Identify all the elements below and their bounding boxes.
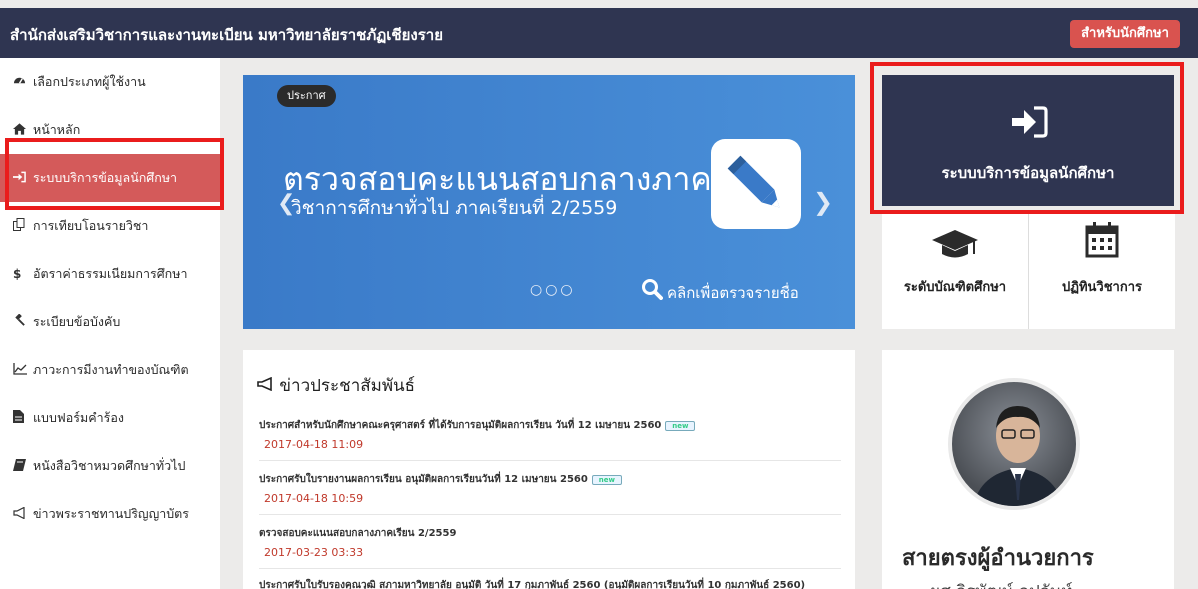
new-badge: new (591, 474, 622, 485)
copy-icon (13, 218, 33, 234)
sidebar-item-label: ภาวะการมีงานทำของบัณฑิต (33, 362, 189, 377)
news-panel: ข่าวประชาสัมพันธ์ ประกาศสำหรับนักศึกษาคณ… (243, 350, 855, 589)
director-photo (948, 378, 1080, 510)
sidebar-item-label: หนังสือวิชาหมวดศึกษาทั่วไป (33, 458, 186, 473)
news-title: ข่าวประชาสัมพันธ์ (257, 372, 415, 399)
home-icon (13, 122, 33, 138)
news-headline[interactable]: ประกาศรับใบรายงานผลการเรียน อนุมัติผลการ… (259, 472, 841, 487)
file-icon (13, 410, 33, 426)
sidebar-item-forms[interactable]: แบบฟอร์มคำร้อง (0, 394, 220, 442)
news-divider (259, 568, 841, 569)
sidebar-item-label: ข่าวพระราชทานปริญญาบัตร (33, 506, 190, 521)
graduate-studies-label: ระดับบัณฑิตศึกษา (903, 280, 1007, 295)
site-title[interactable]: สำนักส่งเสริมวิชาการและงานทะเบียน มหาวิท… (10, 23, 443, 47)
bullhorn-icon (13, 506, 33, 522)
bullhorn-icon (257, 376, 279, 396)
new-badge: new (665, 420, 696, 431)
news-date: 2017-04-18 11:09 (264, 438, 364, 451)
search-icon (641, 278, 663, 304)
news-date: 2017-03-23 03:33 (264, 546, 364, 559)
news-date: 2017-04-18 10:59 (264, 492, 364, 505)
news-item[interactable]: ตรวจสอบคะแนนสอบกลางภาคเรียน 2/2559 2017-… (259, 526, 841, 559)
check-list-link[interactable]: คลิกเพื่อตรวจรายชื่อ (667, 281, 799, 305)
graduate-studies-tile[interactable]: ระดับบัณฑิตศึกษา (882, 214, 1028, 329)
news-divider (259, 514, 841, 515)
highlight-box-sidebar (5, 138, 224, 210)
sidebar-item-gen-ed-books[interactable]: หนังสือวิชาหมวดศึกษาทั่วไป (0, 442, 220, 490)
news-headline[interactable]: ประกาศรับใบรับรองคุณวุฒิ สภามหาวิทยาลัย … (259, 578, 841, 589)
graduation-cap-icon (932, 228, 978, 266)
carousel-dots[interactable]: ○○○ (530, 282, 576, 298)
book-icon (13, 458, 33, 474)
sidebar-item-label: การเทียบโอนรายวิชา (33, 218, 149, 233)
sidebar-item-label: อัตราค่าธรรมเนียมการศึกษา (33, 266, 188, 281)
news-headline[interactable]: ตรวจสอบคะแนนสอบกลางภาคเรียน 2/2559 (259, 526, 841, 541)
tachometer-icon (13, 74, 33, 90)
director-name: ผศ.จิรพัฒน์ อุปจันท์ (930, 578, 1073, 589)
sidebar-item-graduation-news[interactable]: ข่าวพระราชทานปริญญาบัตร (0, 490, 220, 538)
student-button[interactable]: สำหรับนักศึกษา (1070, 20, 1180, 48)
announcement-banner[interactable]: ประกาศ ตรวจสอบคะแนนสอบกลางภาค ❮ วิชาการศ… (243, 75, 855, 329)
academic-calendar-tile[interactable]: ปฏิทินวิชาการ (1029, 214, 1175, 329)
highlight-box-service-tile (870, 62, 1184, 214)
sidebar-item-fees[interactable]: $ อัตราค่าธรรมเนียมการศึกษา (0, 250, 220, 298)
news-item[interactable]: ประกาศสำหรับนักศึกษาคณะครุศาสตร์ ที่ได้ร… (259, 418, 841, 451)
sidebar-item-label: หน้าหลัก (33, 122, 81, 137)
academic-calendar-label: ปฏิทินวิชาการ (1061, 280, 1142, 295)
news-headline[interactable]: ประกาศสำหรับนักศึกษาคณะครุศาสตร์ ที่ได้ร… (259, 418, 841, 433)
pencil-icon (711, 139, 801, 229)
line-chart-icon (13, 362, 33, 378)
gavel-icon (13, 313, 33, 330)
director-panel[interactable]: สายตรงผู้อำนวยการ ผศ.จิรพัฒน์ อุปจันท์ (882, 350, 1174, 589)
director-title: สายตรงผู้อำนวยการ (902, 546, 1094, 571)
sidebar-item-label: ระเบียบข้อบังคับ (33, 314, 121, 329)
calendar-icon (1085, 222, 1119, 262)
dollar-icon: $ (13, 267, 22, 281)
news-divider (259, 460, 841, 461)
sidebar-item-label: แบบฟอร์มคำร้อง (33, 410, 124, 425)
chevron-right-icon[interactable]: ❯ (813, 188, 833, 216)
top-navbar: สำนักส่งเสริมวิชาการและงานทะเบียน มหาวิท… (0, 8, 1198, 58)
banner-subline: วิชาการศึกษาทั่วไป ภาคเรียนที่ 2/2559 (291, 197, 618, 219)
sidebar-item-label: เลือกประเภทผู้ใช้งาน (33, 74, 146, 89)
announcement-badge: ประกาศ (277, 85, 336, 107)
sidebar-item-regulations[interactable]: ระเบียบข้อบังคับ (0, 298, 220, 346)
news-item[interactable]: ประกาศรับใบรายงานผลการเรียน อนุมัติผลการ… (259, 472, 841, 505)
sidebar-item-user-type[interactable]: เลือกประเภทผู้ใช้งาน (0, 58, 220, 106)
news-item[interactable]: ประกาศรับใบรับรองคุณวุฒิ สภามหาวิทยาลัย … (259, 578, 841, 589)
sidebar-item-employment[interactable]: ภาวะการมีงานทำของบัณฑิต (0, 346, 220, 394)
